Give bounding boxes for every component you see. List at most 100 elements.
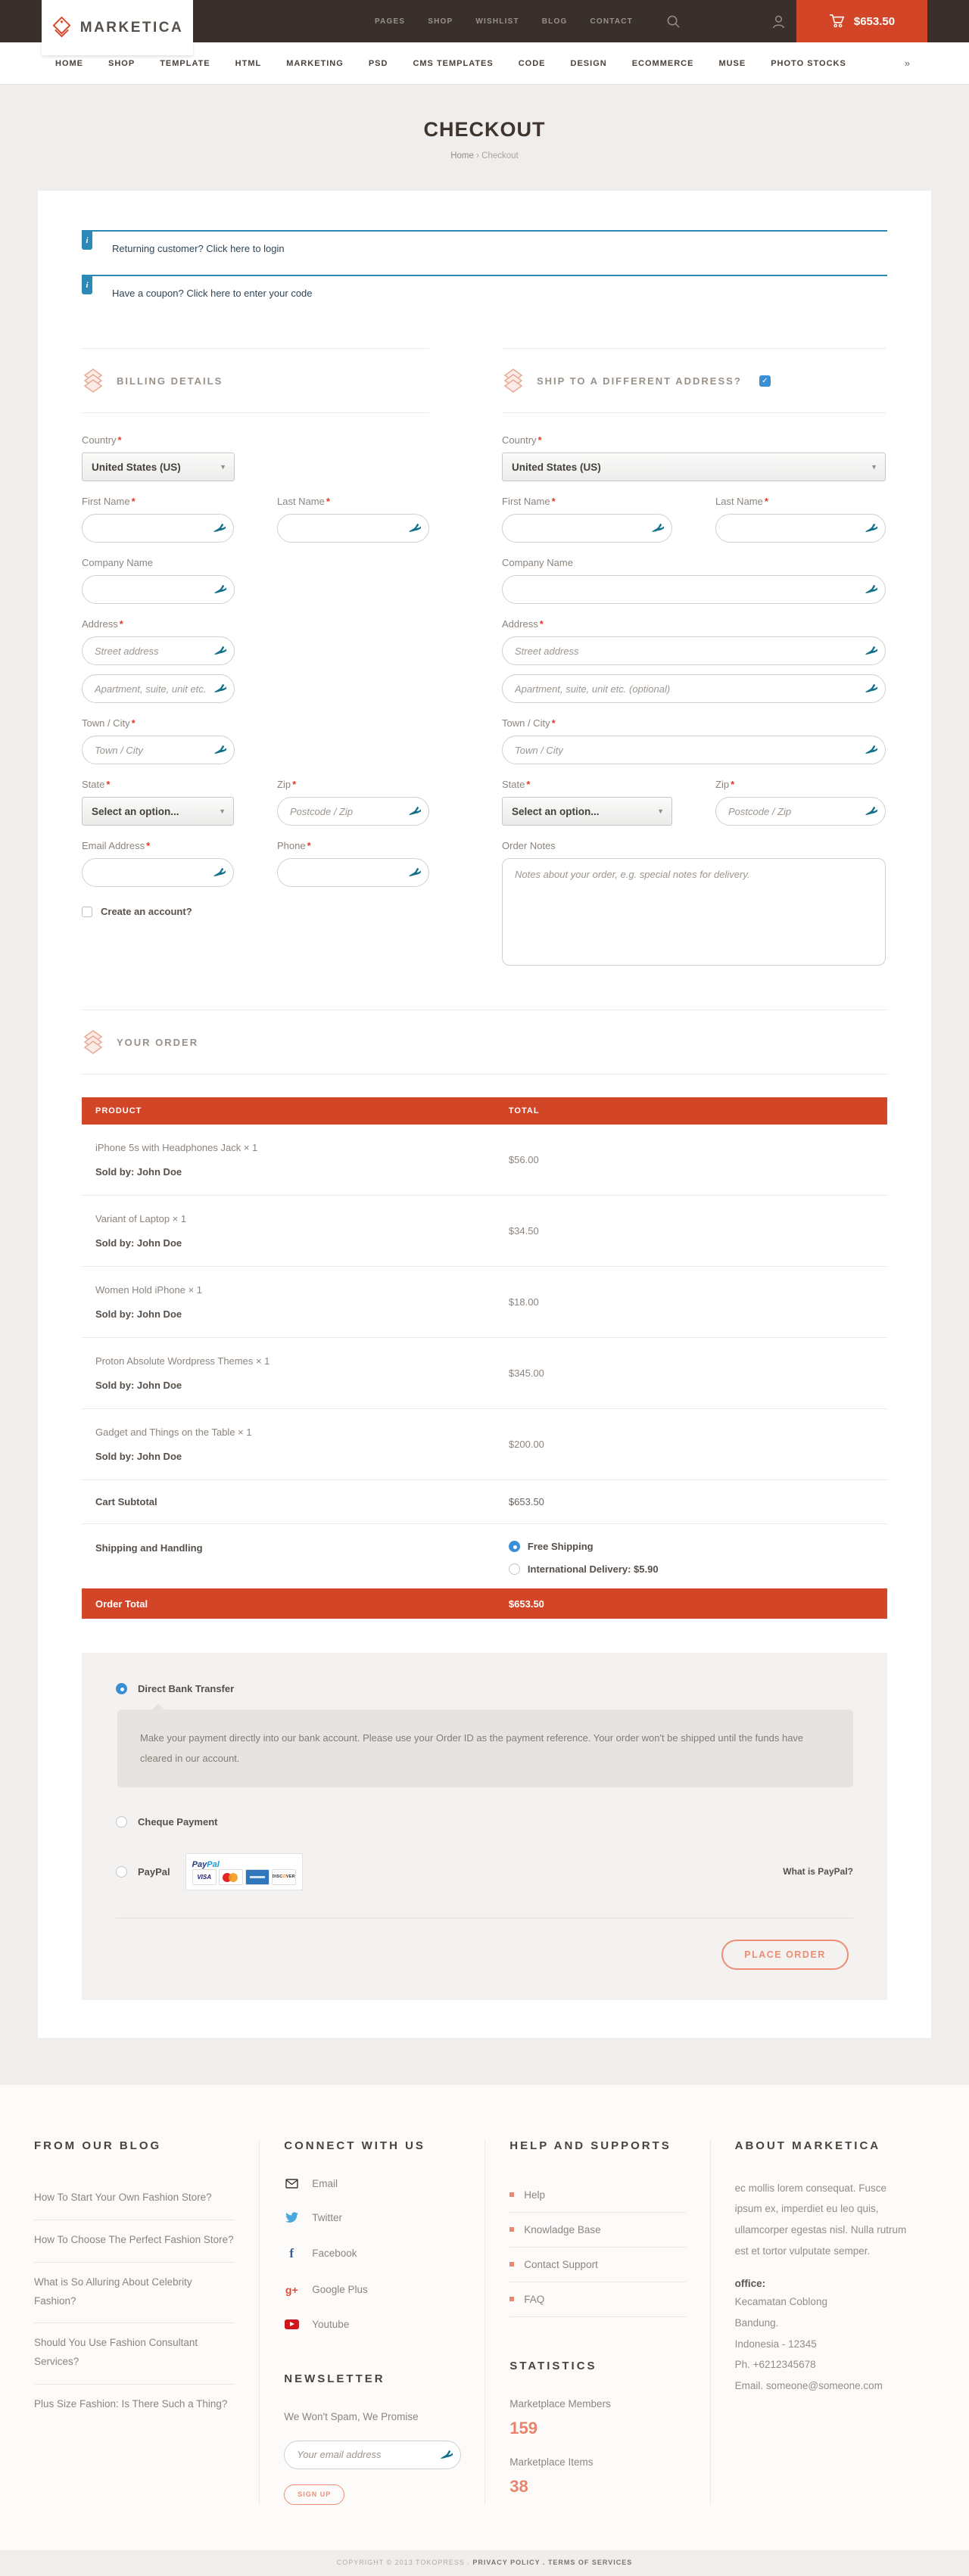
social-link-youtube[interactable]: Youtube xyxy=(284,2319,460,2330)
search-icon[interactable] xyxy=(666,14,681,29)
billing-state-select[interactable]: Select an option... xyxy=(82,797,234,826)
dashlane-autofill-icon[interactable] xyxy=(650,522,665,534)
nav-more-icon[interactable]: » xyxy=(905,58,910,69)
order-notes-textarea[interactable] xyxy=(502,858,886,966)
dashlane-autofill-icon[interactable] xyxy=(864,645,879,657)
nav-cms-templates[interactable]: CMS TEMPLATES xyxy=(413,59,493,68)
brand-logo[interactable]: MARKETICA xyxy=(42,0,193,55)
blog-link[interactable]: Should You Use Fashion Consultant Servic… xyxy=(34,2323,235,2385)
billing-country-select[interactable]: United States (US) xyxy=(82,453,235,481)
international-delivery-radio[interactable] xyxy=(509,1563,520,1575)
shipping-zip-input[interactable] xyxy=(715,797,886,826)
billing-town-input[interactable] xyxy=(82,736,235,764)
payment-method-bank[interactable]: Direct Bank Transfer xyxy=(116,1683,853,1694)
payment-method-cheque[interactable]: Cheque Payment xyxy=(116,1816,853,1828)
shipping-town-input[interactable] xyxy=(502,736,886,764)
nav-psd[interactable]: PSD xyxy=(369,59,388,68)
product-name[interactable]: Proton Absolute Wordpress Themes × 1 xyxy=(95,1355,509,1367)
top-nav-pages[interactable]: PAGES xyxy=(375,17,405,26)
dashlane-autofill-icon[interactable] xyxy=(212,866,227,879)
dashlane-autofill-icon[interactable] xyxy=(213,583,228,596)
cheque-payment-radio[interactable] xyxy=(116,1816,127,1828)
shipping-company-input[interactable] xyxy=(502,575,886,604)
dashlane-autofill-icon[interactable] xyxy=(213,645,228,657)
billing-first-name-input[interactable] xyxy=(82,514,234,543)
top-nav-shop[interactable]: SHOP xyxy=(428,17,453,26)
dashlane-autofill-icon[interactable] xyxy=(864,583,879,596)
blog-link[interactable]: What is So Alluring About Celebrity Fash… xyxy=(34,2263,235,2324)
social-link-facebook[interactable]: f Facebook xyxy=(284,2246,460,2261)
billing-last-name-input[interactable] xyxy=(277,514,429,543)
top-nav-wishlist[interactable]: WISHLIST xyxy=(475,17,519,26)
nav-code[interactable]: CODE xyxy=(519,59,546,68)
dashlane-autofill-icon[interactable] xyxy=(407,805,422,817)
billing-company-input[interactable] xyxy=(82,575,235,604)
dashlane-autofill-icon[interactable] xyxy=(864,805,879,817)
copyright-links[interactable]: PRIVACY POLICY . TERMS OF SERVICES xyxy=(472,2559,632,2566)
shipping-street-input[interactable] xyxy=(502,636,886,665)
address-line: Kecamatan Coblong xyxy=(735,2291,911,2313)
nav-photo-stocks[interactable]: PHOTO STOCKS xyxy=(771,59,846,68)
signup-button[interactable]: SIGN UP xyxy=(284,2484,344,2505)
dashlane-autofill-icon[interactable] xyxy=(864,683,879,695)
bank-transfer-radio[interactable] xyxy=(116,1683,127,1694)
blog-link[interactable]: How To Choose The Perfect Fashion Store? xyxy=(34,2220,235,2263)
dashlane-autofill-icon[interactable] xyxy=(864,522,879,534)
place-order-button[interactable]: PLACE ORDER xyxy=(721,1940,849,1970)
shipping-state-select[interactable]: Select an option... xyxy=(502,797,672,826)
dashlane-autofill-icon[interactable] xyxy=(407,866,422,879)
billing-email-input[interactable] xyxy=(82,858,234,887)
breadcrumb-home[interactable]: Home xyxy=(450,151,474,160)
nav-marketing[interactable]: MARKETING xyxy=(286,59,344,68)
dashlane-autofill-icon[interactable] xyxy=(213,683,228,695)
shipping-country-select[interactable]: United States (US) xyxy=(502,453,886,481)
user-account-icon[interactable] xyxy=(771,14,786,29)
social-link-email[interactable]: Email xyxy=(284,2178,460,2189)
nav-shop[interactable]: SHOP xyxy=(108,59,135,68)
create-account-checkbox[interactable] xyxy=(82,907,92,917)
dashlane-autofill-icon[interactable] xyxy=(212,522,227,534)
dashlane-autofill-icon[interactable] xyxy=(864,744,879,756)
product-name[interactable]: iPhone 5s with Headphones Jack × 1 xyxy=(95,1142,509,1153)
help-link[interactable]: Help xyxy=(509,2178,685,2213)
paypal-radio[interactable] xyxy=(116,1866,127,1878)
billing-street-input[interactable] xyxy=(82,636,235,665)
newsletter-email-input[interactable] xyxy=(284,2441,461,2469)
dashlane-autofill-icon[interactable] xyxy=(213,744,228,756)
nav-template[interactable]: TEMPLATE xyxy=(160,59,210,68)
payment-method-paypal[interactable]: PayPal PayPal VISA DISCOVER What is PayP… xyxy=(116,1853,853,1890)
cart-total: $653.50 xyxy=(854,15,895,28)
shipping-apartment-input[interactable] xyxy=(502,674,886,703)
dashlane-autofill-icon[interactable] xyxy=(439,2449,454,2461)
shipping-first-name-input[interactable] xyxy=(502,514,672,543)
shipping-last-name-input[interactable] xyxy=(715,514,886,543)
product-name[interactable]: Women Hold iPhone × 1 xyxy=(95,1284,509,1296)
ship-different-checkbox[interactable] xyxy=(759,375,771,387)
coupon-link[interactable]: Click here to enter your code xyxy=(186,288,312,299)
nav-home[interactable]: HOME xyxy=(55,59,83,68)
blog-link[interactable]: Plus Size Fashion: Is There Such a Thing… xyxy=(34,2385,235,2426)
blog-link[interactable]: How To Start Your Own Fashion Store? xyxy=(34,2178,235,2220)
help-link[interactable]: Knowladge Base xyxy=(509,2213,685,2248)
top-nav-contact[interactable]: CONTACT xyxy=(590,17,633,26)
help-link[interactable]: FAQ xyxy=(509,2282,685,2317)
help-link[interactable]: Contact Support xyxy=(509,2248,685,2282)
nav-ecommerce[interactable]: ECOMMERCE xyxy=(632,59,694,68)
billing-zip-input[interactable] xyxy=(277,797,429,826)
billing-phone-input[interactable] xyxy=(277,858,429,887)
social-link-googleplus[interactable]: g+ Google Plus xyxy=(284,2284,460,2296)
nav-html[interactable]: HTML xyxy=(235,59,262,68)
product-name[interactable]: Variant of Laptop × 1 xyxy=(95,1213,509,1224)
what-is-paypal-link[interactable]: What is PayPal? xyxy=(783,1866,853,1877)
billing-apartment-input[interactable] xyxy=(82,674,235,703)
top-nav-blog[interactable]: BLOG xyxy=(542,17,568,26)
nav-design[interactable]: DESIGN xyxy=(571,59,607,68)
nav-muse[interactable]: MUSE xyxy=(718,59,746,68)
cart-button[interactable]: $653.50 xyxy=(796,0,927,42)
login-link[interactable]: Click here to login xyxy=(206,243,284,254)
free-shipping-radio[interactable] xyxy=(509,1541,520,1552)
social-link-twitter[interactable]: Twitter xyxy=(284,2212,460,2223)
product-total: $56.00 xyxy=(509,1142,887,1178)
product-name[interactable]: Gadget and Things on the Table × 1 xyxy=(95,1426,509,1438)
dashlane-autofill-icon[interactable] xyxy=(407,522,422,534)
